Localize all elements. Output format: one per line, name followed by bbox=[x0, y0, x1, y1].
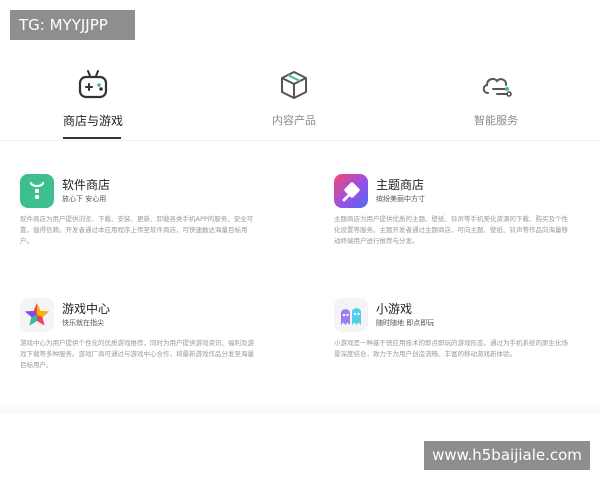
card-description: 软件商店为用户提供浏览、下载、安装、更新、卸载各类手机APP的服务，安全可靠，值… bbox=[20, 215, 254, 245]
card-title: 软件商店 bbox=[62, 178, 111, 192]
watermark-bottom: www.h5baijiale.com bbox=[424, 441, 590, 470]
software-store-icon bbox=[20, 174, 54, 208]
theme-store-icon bbox=[334, 174, 368, 208]
card-subtitle: 随时随地 即点即玩 bbox=[376, 319, 435, 327]
card-title: 游戏中心 bbox=[62, 302, 111, 316]
tab-label: 商店与游戏 bbox=[62, 114, 123, 128]
card-game-center[interactable]: 游戏中心 快乐就在指尖 游戏中心为用户提供个性化的优质游戏推荐，同时为用户提供游… bbox=[20, 298, 260, 378]
card-description: 主题商店为用户提供优质的主题、壁纸、铃声等手机美化资源的下载、购买及个性化设置等… bbox=[334, 215, 568, 245]
section-footer-band bbox=[0, 404, 600, 414]
card-description: 小游戏是一种基于快应用技术的即点即玩的游戏形态，通过为手机系统的原生化场景深度结… bbox=[334, 339, 568, 358]
card-title: 小游戏 bbox=[376, 302, 413, 316]
card-software-store[interactable]: 软件商店 放心下 安心用 软件商店为用户提供浏览、下载、安装、更新、卸载各类手机… bbox=[20, 174, 260, 254]
card-mini-game[interactable]: 小游戏 随时随地 即点即玩 小游戏是一种基于快应用技术的即点即玩的游戏形态，通过… bbox=[334, 298, 574, 378]
card-theme-store[interactable]: 主题商店 缤纷美丽中方寸 主题商店为用户提供优质的主题、壁纸、铃声等手机美化资源… bbox=[334, 174, 574, 264]
card-description: 游戏中心为用户提供个性化的优质游戏推荐，同时为用户提供游戏资讯、福利及游戏下载等… bbox=[20, 339, 254, 369]
card-subtitle: 快乐就在指尖 bbox=[62, 319, 104, 327]
watermark-top: TG: MYYJJPP bbox=[10, 10, 135, 40]
card-subtitle: 缤纷美丽中方寸 bbox=[376, 195, 425, 203]
card-title: 主题商店 bbox=[376, 178, 425, 192]
mini-game-icon bbox=[334, 298, 368, 332]
tab-label: 内容产品 bbox=[272, 114, 316, 127]
product-tabs: 商店与游戏 内容产品 智能服务 bbox=[0, 68, 600, 140]
tab-content-products[interactable]: 内容产品 bbox=[234, 68, 354, 128]
tab-label: 智能服务 bbox=[474, 114, 518, 127]
divider bbox=[0, 140, 600, 141]
tab-smart-services[interactable]: 智能服务 bbox=[436, 68, 556, 128]
card-subtitle: 放心下 安心用 bbox=[62, 195, 107, 203]
active-tab-indicator bbox=[63, 137, 121, 139]
tab-stores-and-games[interactable]: 商店与游戏 bbox=[33, 68, 153, 129]
game-center-icon bbox=[20, 298, 54, 332]
gamepad-icon bbox=[78, 70, 108, 99]
box-icon bbox=[281, 71, 307, 99]
cloud-service-icon bbox=[482, 77, 512, 97]
